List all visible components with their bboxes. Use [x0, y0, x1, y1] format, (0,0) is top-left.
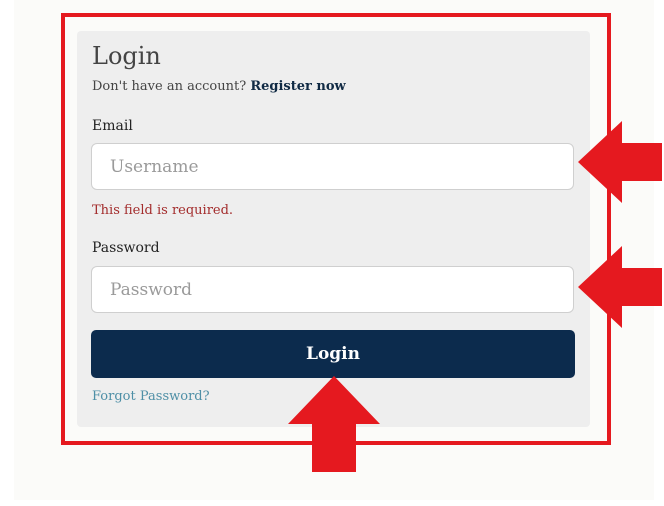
- email-error-message: This field is required.: [92, 203, 234, 218]
- password-field[interactable]: [91, 266, 574, 313]
- login-button[interactable]: Login: [91, 330, 575, 378]
- arrow-up-icon: [288, 376, 380, 472]
- email-field[interactable]: [91, 143, 574, 190]
- register-prompt-text: Don't have an account?: [92, 79, 247, 94]
- password-label: Password: [92, 240, 160, 256]
- email-label: Email: [92, 118, 133, 134]
- arrow-left-icon: [578, 121, 662, 203]
- register-prompt-line: Don't have an account? Register now: [92, 79, 346, 94]
- register-link[interactable]: Register now: [250, 79, 345, 94]
- page-title: Login: [92, 42, 161, 70]
- forgot-password-link[interactable]: Forgot Password?: [92, 389, 210, 404]
- arrow-left-icon: [578, 246, 662, 328]
